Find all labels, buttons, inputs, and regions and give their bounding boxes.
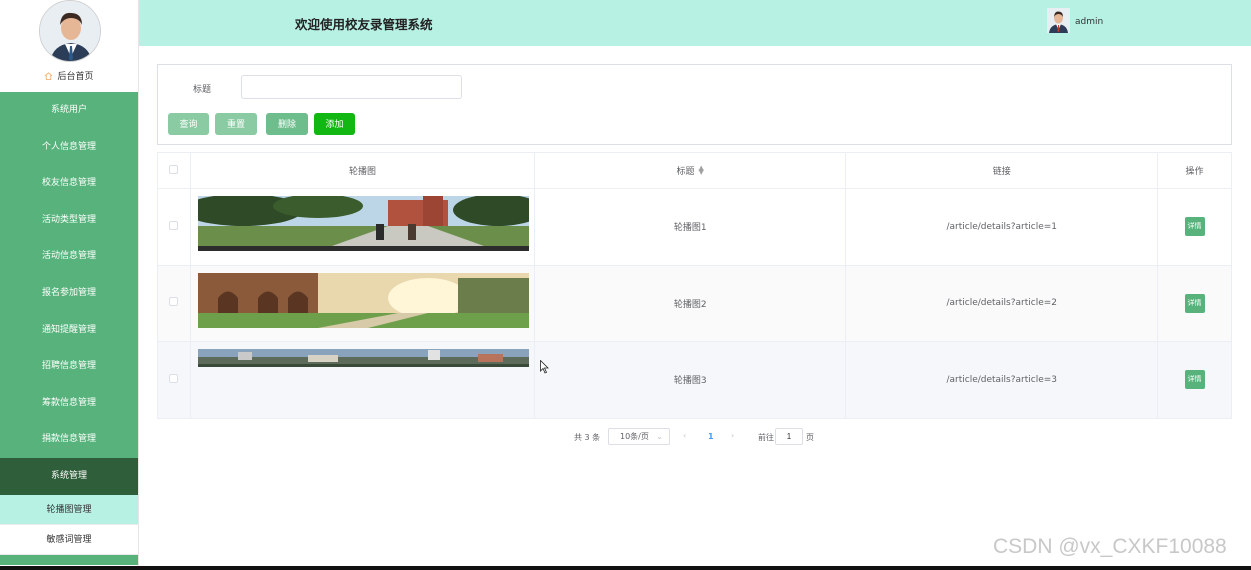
goto-page-input[interactable] <box>775 428 803 445</box>
sidebar: 后台首页 系统用户 个人信息管理 校友信息管理 活动类型管理 活动信息管理 报名… <box>0 0 139 566</box>
title-cell: 轮播图3 <box>533 341 847 419</box>
header-image: 轮播图 <box>189 152 535 189</box>
menu-item-personal-info[interactable]: 个人信息管理 <box>0 129 138 166</box>
header-checkbox-cell <box>157 152 191 189</box>
row-checkbox[interactable] <box>169 220 179 230</box>
menu-item-alumni-info[interactable]: 校友信息管理 <box>0 165 138 202</box>
image-cell <box>189 188 535 266</box>
title-cell: 轮播图1 <box>533 188 847 266</box>
search-title-label: 标题 <box>193 85 212 95</box>
image-cell <box>189 264 535 342</box>
image-cell <box>189 341 535 419</box>
link-cell: /article/details?article=1 <box>845 188 1159 266</box>
detail-button[interactable]: 详情 <box>1184 293 1205 313</box>
page-size-select[interactable]: 10条/页 ⌄ <box>608 428 670 445</box>
table-row: 轮播图2 /article/details?article=2 详情 <box>157 264 1232 342</box>
page-number-current[interactable]: 1 <box>708 432 714 441</box>
add-button[interactable]: 添加 <box>314 113 355 135</box>
table-row: 轮播图3 /article/details?article=3 详情 <box>157 341 1232 419</box>
menu-item-activity-types[interactable]: 活动类型管理 <box>0 202 138 239</box>
menu-tail <box>0 554 138 565</box>
table-row: 轮播图1 /article/details?article=1 详情 <box>157 188 1232 266</box>
menu-item-fundraising[interactable]: 筹款信息管理 <box>0 385 138 422</box>
row-checkbox-cell <box>157 264 191 342</box>
carousel-image <box>197 196 529 251</box>
header-actions: 操作 <box>1157 152 1232 189</box>
actions-cell: 详情 <box>1157 188 1232 266</box>
menu-item-donations[interactable]: 捐款信息管理 <box>0 421 138 458</box>
app: 后台首页 系统用户 个人信息管理 校友信息管理 活动类型管理 活动信息管理 报名… <box>0 0 1251 570</box>
pagination-total: 共 3 条 <box>574 433 601 442</box>
header-title-label: 标题 <box>676 167 695 177</box>
submenu-item-sensitive-words[interactable]: 敏感词管理 <box>0 524 138 555</box>
goto-label: 前往 <box>758 433 774 442</box>
detail-button[interactable]: 详情 <box>1184 217 1205 237</box>
menu-group-system-management[interactable]: 系统管理 <box>0 457 138 495</box>
select-all-checkbox[interactable] <box>169 164 179 174</box>
table-header-row: 轮播图 标题 ▲ ▼ 链接 操作 <box>157 152 1232 189</box>
detail-button[interactable]: 详情 <box>1184 370 1205 390</box>
title-cell: 轮播图2 <box>533 264 847 342</box>
chevron-down-icon: ⌄ <box>656 432 663 441</box>
user-name[interactable]: admin <box>1075 17 1103 27</box>
next-page-icon[interactable]: › <box>731 431 734 440</box>
home-link[interactable]: 后台首页 <box>0 69 138 82</box>
link-cell: /article/details?article=2 <box>845 264 1159 342</box>
submenu-item-carousel[interactable]: 轮播图管理 <box>0 494 138 525</box>
page-title: 欢迎使用校友录管理系统 <box>295 17 433 32</box>
user-avatar[interactable] <box>1047 8 1070 33</box>
header-title[interactable]: 标题 ▲ ▼ <box>533 152 847 189</box>
search-title-input[interactable] <box>241 75 462 99</box>
carousel-table: 轮播图 标题 ▲ ▼ 链接 操作 轮播图1 /article/details?a… <box>157 152 1232 419</box>
row-checkbox[interactable] <box>169 373 179 383</box>
carousel-image <box>197 272 529 328</box>
actions-cell: 详情 <box>1157 341 1232 419</box>
watermark: CSDN @vx_CXKF10088 <box>993 535 1227 558</box>
sidebar-menu: 系统用户 个人信息管理 校友信息管理 活动类型管理 活动信息管理 报名参加管理 … <box>0 92 138 565</box>
menu-item-activity-info[interactable]: 活动信息管理 <box>0 238 138 275</box>
row-checkbox[interactable] <box>169 297 179 307</box>
menu-item-system-users[interactable]: 系统用户 <box>0 92 138 129</box>
top-header: 欢迎使用校友录管理系统 admin <box>139 0 1251 46</box>
delete-button[interactable]: 删除 <box>266 113 308 135</box>
header-link: 链接 <box>845 152 1159 189</box>
menu-item-notifications[interactable]: 通知提醒管理 <box>0 312 138 349</box>
query-button[interactable]: 查询 <box>168 113 209 135</box>
mouse-cursor-icon <box>540 360 549 374</box>
reset-button[interactable]: 重置 <box>215 113 257 135</box>
row-checkbox-cell <box>157 341 191 419</box>
menu-item-recruitment[interactable]: 招聘信息管理 <box>0 348 138 385</box>
page-size-value: 10条/页 <box>620 432 649 441</box>
bottom-edge-bar <box>0 566 1251 570</box>
sidebar-profile: 后台首页 <box>0 0 138 92</box>
goto-unit: 页 <box>806 433 814 442</box>
actions-cell: 详情 <box>1157 264 1232 342</box>
link-cell: /article/details?article=3 <box>845 341 1159 419</box>
home-icon <box>45 72 53 80</box>
carousel-image <box>197 349 529 367</box>
menu-item-registration[interactable]: 报名参加管理 <box>0 275 138 312</box>
sort-icon[interactable]: ▲ ▼ <box>699 165 704 176</box>
home-link-label: 后台首页 <box>57 72 94 82</box>
row-checkbox-cell <box>157 188 191 266</box>
search-panel: 标题 查询 重置 删除 添加 <box>157 64 1232 145</box>
admin-avatar[interactable] <box>39 0 101 62</box>
prev-page-icon[interactable]: ‹ <box>683 431 686 440</box>
